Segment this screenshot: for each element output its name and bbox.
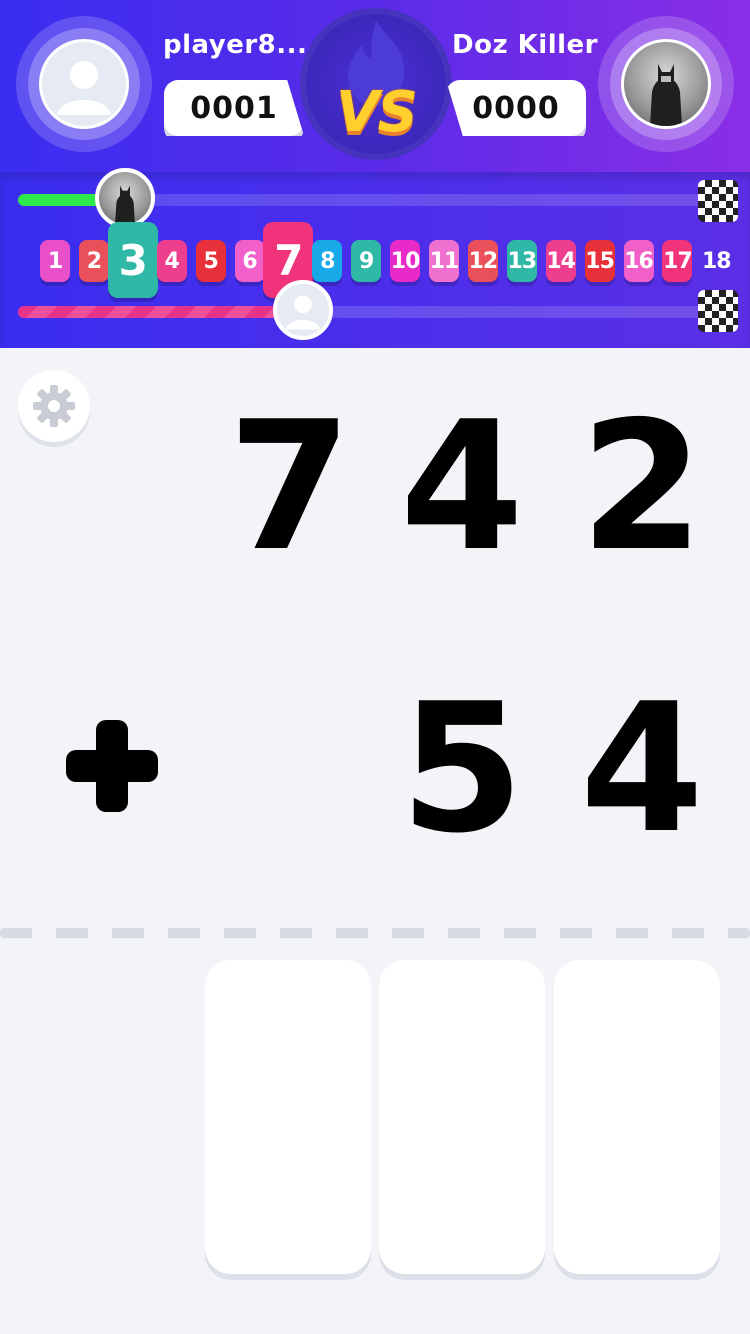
level-13: 13 <box>506 240 537 282</box>
level-12: 12 <box>467 240 498 282</box>
player-left-score: 0001 <box>164 80 304 136</box>
level-8: 8 <box>312 240 343 282</box>
top-digit-ones: 2 <box>580 383 704 590</box>
settings-button[interactable] <box>18 370 90 442</box>
checkered-flag-icon <box>698 290 738 332</box>
player-progress-avatar <box>273 280 333 340</box>
bottom-digit-tens: 5 <box>400 665 524 872</box>
level-1: 1 <box>40 240 70 282</box>
player-right-score: 0000 <box>446 80 586 136</box>
level-5: 5 <box>195 240 226 282</box>
level-14: 14 <box>545 240 576 282</box>
user-silhouette-icon <box>57 61 111 115</box>
level-3: 3 <box>107 222 158 298</box>
user-silhouette-icon <box>286 295 320 330</box>
player-right-avatar-frame <box>598 16 734 152</box>
gear-icon <box>33 385 75 427</box>
race-progress: 1 2 3 4 5 6 7 8 9 10 11 12 13 14 15 16 17 18 <box>0 168 750 348</box>
player-left-avatar <box>39 39 129 129</box>
level-17: 17 <box>662 240 693 282</box>
bottom-digit-ones: 4 <box>580 665 704 872</box>
player-left-avatar-frame <box>16 16 152 152</box>
level-4: 4 <box>156 240 187 282</box>
level-11: 11 <box>429 240 459 282</box>
level-9: 9 <box>351 240 382 282</box>
answer-divider <box>0 928 750 938</box>
level-10: 10 <box>390 240 420 282</box>
top-digit-hundreds: 7 <box>228 383 352 590</box>
level-2: 2 <box>78 240 109 282</box>
answer-slot-hundreds[interactable] <box>205 960 371 1274</box>
vs-label: VS <box>336 80 418 145</box>
top-digit-tens: 4 <box>400 383 524 590</box>
player-progress-fill <box>18 306 291 318</box>
player-progress-track <box>18 306 718 318</box>
level-18: 18 <box>701 248 732 274</box>
answer-slot-tens[interactable] <box>379 960 545 1274</box>
level-6: 6 <box>234 240 265 282</box>
player-right-avatar <box>621 39 711 129</box>
match-header: player8... 0001 VS Doz Killer 0000 1 2 3… <box>0 0 750 348</box>
answer-slot-ones[interactable] <box>554 960 720 1274</box>
player-left-name: player8... <box>163 30 308 60</box>
level-16: 16 <box>623 240 654 282</box>
level-15: 15 <box>584 240 615 282</box>
batman-photo-icon <box>650 64 682 126</box>
plus-operator-icon <box>66 720 158 812</box>
player-right-name: Doz Killer <box>452 30 598 60</box>
players-bar: player8... 0001 VS Doz Killer 0000 <box>0 0 750 172</box>
level-strip: 1 2 3 4 5 6 7 8 9 10 11 12 13 14 15 16 17 18 <box>0 172 750 348</box>
